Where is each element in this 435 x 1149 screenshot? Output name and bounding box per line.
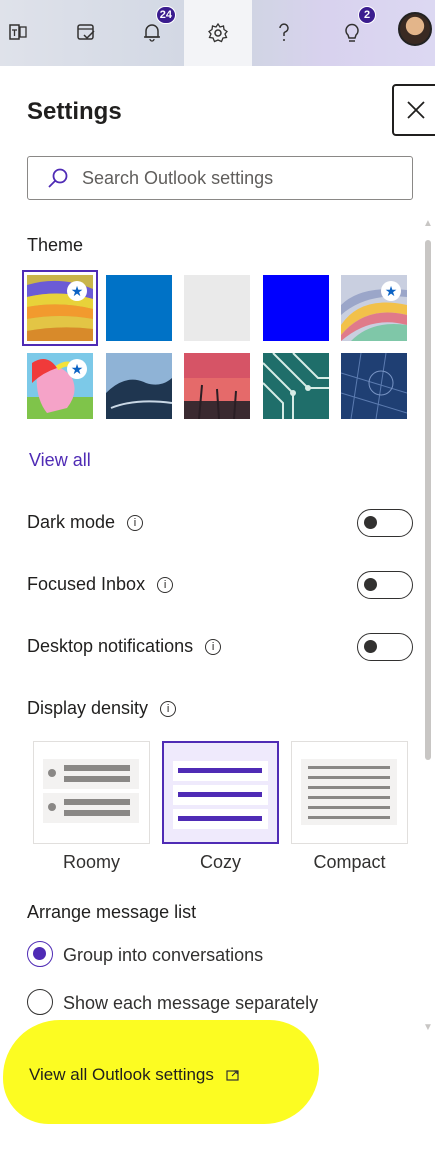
page-title: Settings [27, 98, 122, 125]
desktop-notifications-row: Desktop notifications i [27, 636, 222, 657]
tips-badge: 2 [358, 6, 376, 24]
dark-mode-row: Dark mode i [27, 512, 144, 533]
focused-inbox-row: Focused Inbox i [27, 574, 174, 595]
desktop-notifications-label: Desktop notifications [27, 636, 194, 656]
info-icon[interactable]: i [160, 700, 177, 717]
display-density-heading-row: Display density i [27, 698, 177, 719]
theme-tile-light-gray[interactable] [184, 275, 250, 341]
group-conversations-label[interactable]: Group into conversations [63, 945, 263, 966]
notifications-badge: 24 [155, 6, 176, 24]
group-conversations-radio[interactable] [27, 941, 53, 967]
scroll-down-arrow[interactable]: ▼ [423, 1022, 433, 1033]
scroll-up-arrow[interactable]: ▲ [423, 218, 433, 229]
circuit-theme-image [263, 353, 329, 419]
view-all-themes-link[interactable]: View all [29, 450, 91, 471]
show-separately-label[interactable]: Show each message separately [63, 993, 318, 1014]
density-option-compact[interactable] [291, 741, 408, 844]
settings-gear-icon[interactable] [184, 0, 252, 66]
settings-panel [6, 66, 435, 1149]
view-all-outlook-settings-link[interactable]: View all Outlook settings [29, 1065, 240, 1085]
density-label-compact: Compact [313, 852, 386, 872]
focused-inbox-toggle[interactable] [357, 571, 413, 599]
theme-tile-rainbow[interactable]: ★ [22, 270, 98, 346]
desktop-notifications-toggle[interactable] [357, 633, 413, 661]
scrollbar-thumb[interactable] [425, 240, 431, 760]
palm-theme-image [184, 353, 250, 419]
premium-star-icon: ★ [381, 281, 401, 301]
theme-tile-palm-sunset[interactable] [184, 353, 250, 419]
search-input[interactable] [80, 166, 384, 190]
theme-tile-blueprint[interactable] [341, 353, 407, 419]
close-icon [407, 101, 425, 119]
density-option-cozy[interactable] [162, 741, 279, 844]
top-bar: 24 2 [0, 0, 435, 66]
theme-tile-mountain[interactable] [106, 353, 172, 419]
dark-mode-label: Dark mode [27, 512, 116, 532]
info-icon[interactable]: i [157, 576, 174, 593]
focused-inbox-label: Focused Inbox [27, 574, 146, 594]
display-density-heading: Display density [27, 698, 149, 718]
theme-tile-bright-blue[interactable] [263, 275, 329, 341]
mountain-theme-image [106, 353, 172, 419]
dark-mode-toggle[interactable] [357, 509, 413, 537]
arrange-heading: Arrange message list [27, 902, 197, 922]
avatar[interactable] [398, 12, 432, 46]
teams-icon[interactable] [0, 12, 36, 52]
density-label-cozy: Cozy [199, 852, 241, 872]
info-icon[interactable]: i [205, 638, 222, 655]
search-icon [48, 168, 68, 188]
premium-star-icon: ★ [67, 359, 87, 379]
search-box [27, 156, 413, 200]
my-day-icon[interactable] [68, 12, 104, 52]
blueprint-theme-image [341, 353, 407, 419]
density-option-roomy[interactable] [33, 741, 150, 844]
density-label-roomy: Roomy [62, 852, 120, 872]
theme-tile-colorful-waves[interactable]: ★ [341, 275, 407, 341]
theme-tile-circuit[interactable] [263, 353, 329, 419]
show-separately-radio[interactable] [27, 989, 53, 1015]
view-all-outlook-settings-label: View all Outlook settings [29, 1065, 214, 1084]
tips-lightbulb-icon[interactable]: 2 [334, 6, 376, 52]
premium-star-icon: ★ [67, 281, 87, 301]
close-button[interactable] [392, 84, 435, 136]
notifications-bell-icon[interactable]: 24 [134, 6, 176, 52]
theme-heading: Theme [27, 235, 84, 255]
theme-tile-unicorn[interactable]: ★ [27, 353, 93, 419]
theme-tile-blue[interactable] [106, 275, 172, 341]
info-icon[interactable]: i [127, 514, 144, 531]
help-icon[interactable] [266, 12, 302, 52]
open-in-new-window-icon [226, 1070, 239, 1081]
